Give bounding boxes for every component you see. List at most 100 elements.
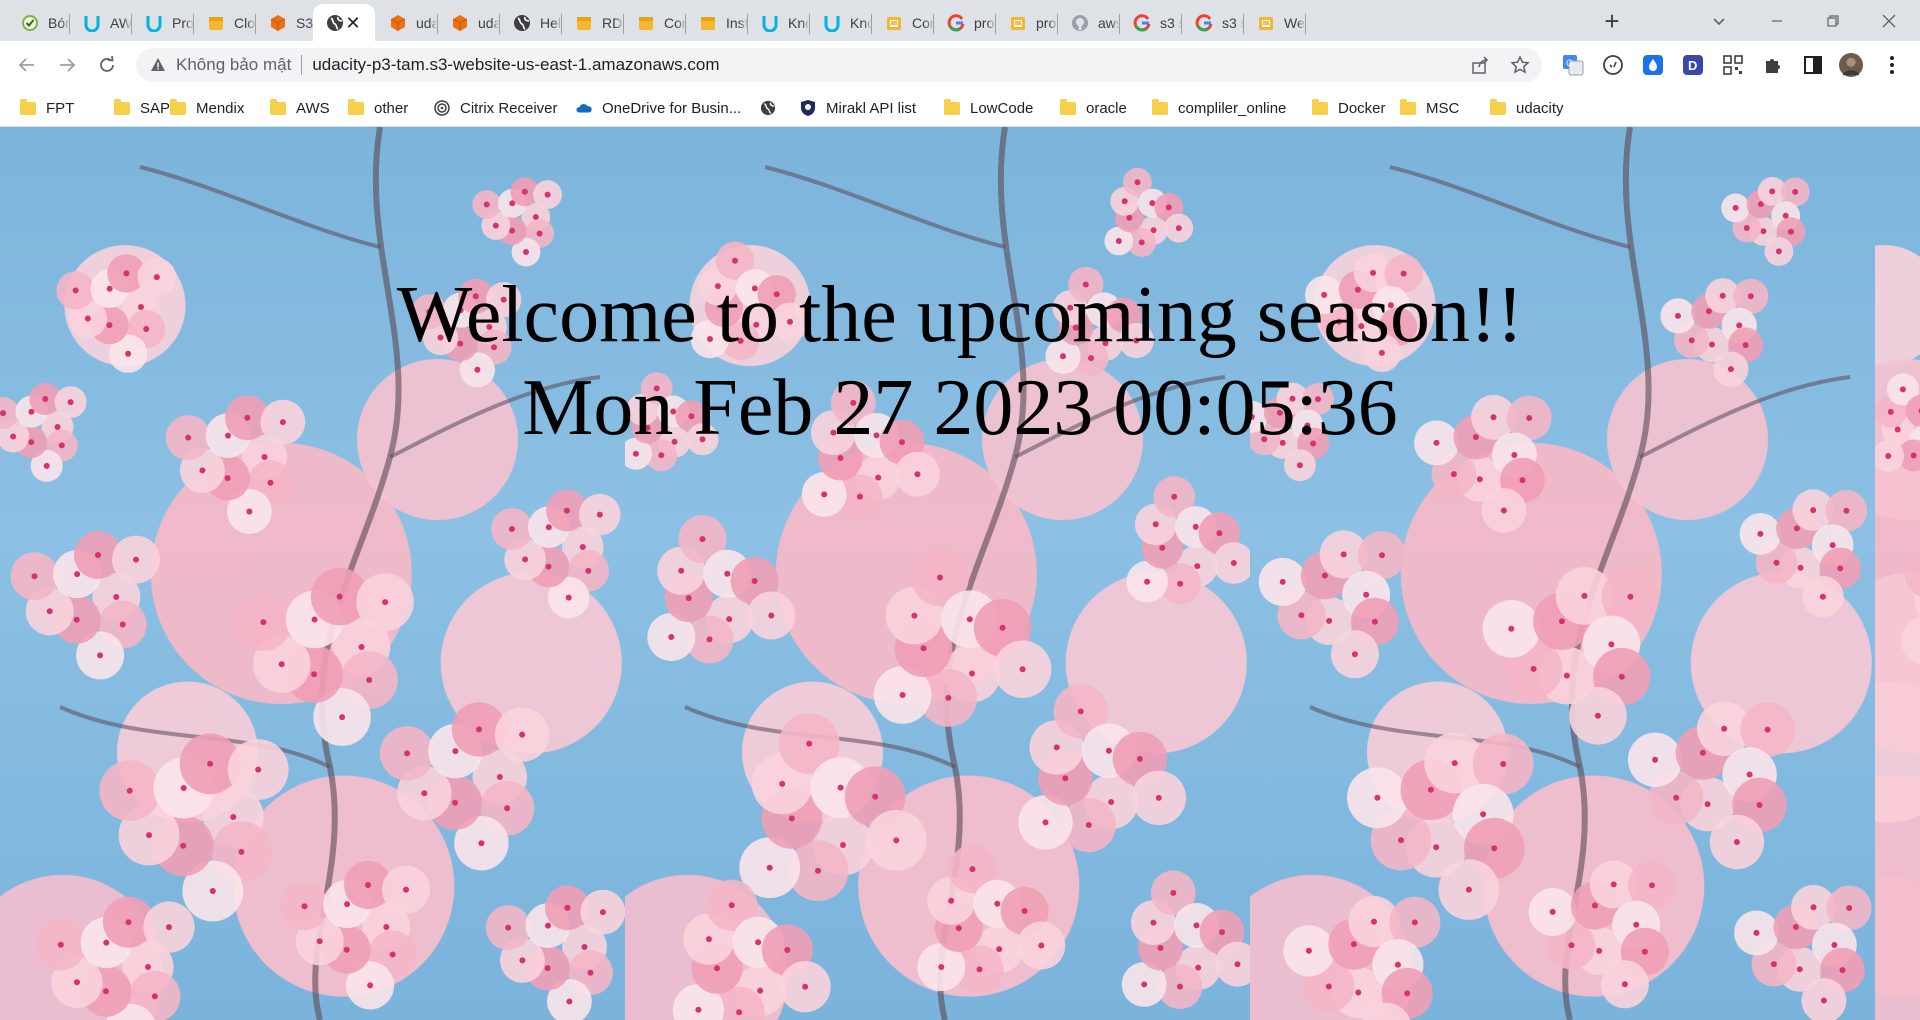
browser-tab[interactable]: Hell	[500, 4, 562, 41]
browser-tab[interactable]: Wel	[1244, 4, 1306, 41]
bookmark-item[interactable]: MSC	[1400, 97, 1459, 119]
bookmark-item[interactable]	[760, 97, 776, 119]
chevron-down-icon	[1713, 17, 1725, 25]
qr-code-icon[interactable]	[1721, 53, 1745, 77]
bookmark-item[interactable]: AWS	[270, 97, 330, 119]
restore-button[interactable]	[1808, 0, 1858, 41]
background-image-tile	[0, 127, 625, 1020]
browser-tab[interactable]: pro	[996, 4, 1058, 41]
folder-icon	[1312, 98, 1328, 116]
star-icon[interactable]	[1510, 55, 1530, 75]
d-extension-icon[interactable]: D	[1681, 53, 1705, 77]
water-drop-icon[interactable]	[1641, 53, 1665, 77]
tab-search-button[interactable]	[1694, 0, 1744, 41]
browser-tab[interactable]: Clo	[194, 4, 256, 41]
close-tab-icon[interactable]: ✕	[343, 13, 363, 33]
browser-tab[interactable]: Kno	[810, 4, 872, 41]
folder-icon	[1490, 98, 1506, 116]
background-image-tile	[1250, 127, 1875, 1020]
browser-tab[interactable]: Con	[624, 4, 686, 41]
restore-icon	[1827, 14, 1839, 27]
bookmark-item[interactable]: Docker	[1312, 97, 1386, 119]
tab-title: Wel	[1284, 14, 1306, 31]
extension-circle-icon[interactable]	[1601, 53, 1625, 77]
aws-box-icon	[574, 13, 594, 33]
close-window-button[interactable]	[1864, 0, 1914, 41]
bookmark-item[interactable]: udacity	[1490, 97, 1564, 119]
tab-title: pro	[1036, 14, 1057, 31]
background-image-tile	[1875, 127, 1920, 1020]
url-text[interactable]: udacity-p3-tam.s3-website-us-east-1.amaz…	[312, 55, 719, 75]
more-menu-icon[interactable]	[1880, 53, 1904, 77]
bookmark-item[interactable]: compliler_online	[1152, 97, 1286, 119]
browser-tab[interactable]: uda	[438, 4, 500, 41]
aws-box-icon	[698, 13, 718, 33]
tab-active[interactable]: ✕	[313, 4, 375, 41]
warning-triangle-icon[interactable]	[150, 57, 166, 73]
bookmark-item[interactable]: other	[348, 97, 408, 119]
browser-tab[interactable]: AW	[70, 4, 132, 41]
folder-icon	[270, 98, 286, 116]
new-tab-button[interactable]: +	[1598, 8, 1626, 36]
avatar[interactable]	[1839, 53, 1863, 77]
folder-icon	[114, 98, 130, 116]
bookmark-item[interactable]: oracle	[1060, 97, 1127, 119]
reload-icon	[100, 56, 114, 72]
globe-icon	[512, 13, 532, 33]
bookmark-item[interactable]: OneDrive for Busin...	[576, 97, 741, 119]
folder-icon	[20, 98, 36, 116]
address-divider	[301, 55, 303, 75]
aws-doc-icon	[1008, 13, 1028, 33]
tab-title: pro	[974, 14, 995, 31]
bookmark-item[interactable]: Mendix	[170, 97, 244, 119]
svg-text:D: D	[1688, 58, 1697, 73]
tab-title: aws	[1098, 14, 1120, 31]
tab-separator	[1305, 14, 1306, 34]
bookmark-label: SAP	[140, 99, 171, 117]
bookmark-item[interactable]: Mirakl API list	[800, 97, 916, 119]
close-icon	[1882, 14, 1896, 27]
back-button[interactable]	[12, 50, 42, 80]
browser-tab[interactable]: s3 s	[1182, 4, 1244, 41]
browser-tab[interactable]: S3 I	[256, 4, 318, 41]
udacity-icon	[82, 13, 102, 33]
forward-button[interactable]	[52, 50, 82, 80]
tab-title: Bón	[48, 14, 70, 31]
puzzle-icon[interactable]	[1761, 53, 1785, 77]
browser-tab[interactable]: Inst	[686, 4, 748, 41]
browser-tab[interactable]: RDS	[562, 4, 624, 41]
share-icon[interactable]	[1470, 55, 1490, 75]
security-label[interactable]: Không bảo mật	[176, 55, 291, 75]
aws-doc-icon	[884, 13, 904, 33]
bookmark-label: udacity	[1516, 99, 1564, 117]
udacity-icon	[822, 13, 842, 33]
reload-button[interactable]	[92, 50, 122, 80]
bookmark-item[interactable]: SAP	[114, 97, 170, 119]
browser-tab[interactable]: Con	[872, 4, 934, 41]
google-translate-icon[interactable]: G	[1561, 53, 1585, 77]
bookmark-item[interactable]: LowCode	[944, 97, 1033, 119]
browser-tab[interactable]: pro	[934, 4, 996, 41]
aws-box-icon	[206, 13, 226, 33]
side-panel-icon[interactable]	[1801, 53, 1825, 77]
aws-doc-icon	[1256, 13, 1276, 33]
bookmark-item[interactable]: Citrix Receiver	[434, 97, 558, 119]
tab-title: Kno	[850, 14, 872, 31]
browser-tab[interactable]: Proj	[132, 4, 194, 41]
browser-tab[interactable]: uda	[376, 4, 438, 41]
background-image-tile	[625, 127, 1250, 1020]
bookmark-label: Docker	[1338, 99, 1386, 117]
page-viewport: Welcome to the upcoming season!! Mon Feb…	[0, 127, 1920, 1020]
bookmark-item[interactable]: FPT	[20, 97, 74, 119]
minimize-button[interactable]	[1752, 0, 1802, 41]
svg-text:G: G	[1566, 58, 1573, 68]
browser-tab[interactable]: aws	[1058, 4, 1120, 41]
bookmark-label: OneDrive for Busin...	[602, 99, 742, 117]
browser-tab[interactable]: Bón	[8, 4, 70, 41]
browser-tab[interactable]: Kno	[748, 4, 810, 41]
bookmark-label: Mendix	[196, 99, 245, 117]
folder-icon	[1400, 98, 1416, 116]
address-bar[interactable]: Không bảo mật udacity-p3-tam.s3-website-…	[136, 48, 1542, 82]
browser-tab[interactable]: s3 s	[1120, 4, 1182, 41]
aws-box-icon	[636, 13, 656, 33]
